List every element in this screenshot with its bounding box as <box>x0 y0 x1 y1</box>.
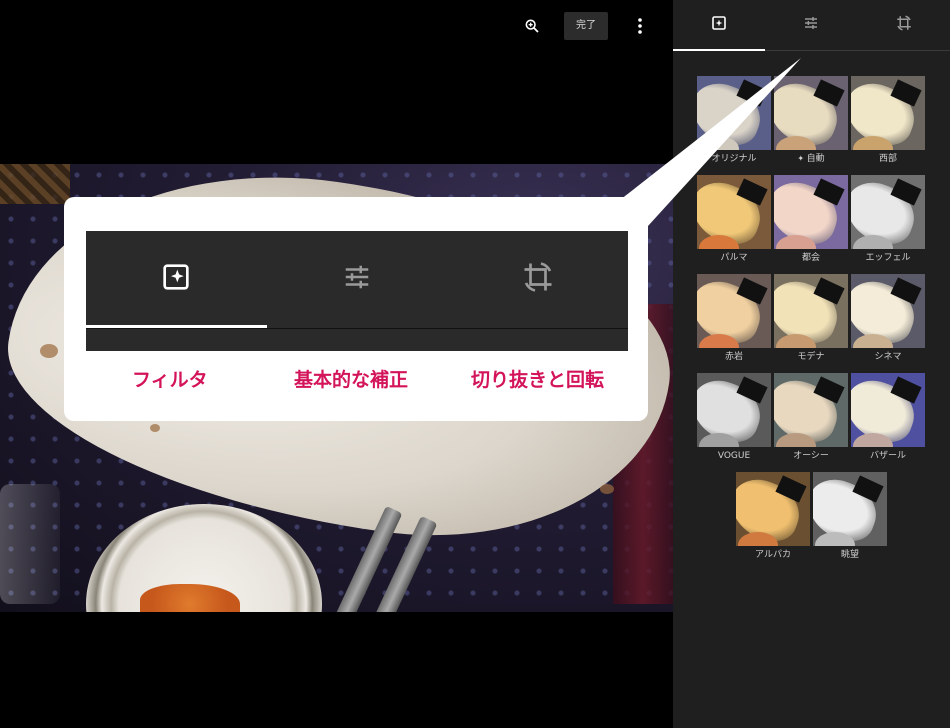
filter-preview-image <box>774 76 848 150</box>
callout-divider <box>86 328 628 329</box>
filter-thumbnail-auto[interactable]: ✦ 自動 <box>774 76 848 165</box>
callout-label-crop: 切り抜きと回転 <box>471 370 605 391</box>
tab-crop-rotate[interactable] <box>858 0 950 50</box>
side-tabs <box>673 0 950 51</box>
naan-spot <box>600 484 614 494</box>
tab-filters[interactable] <box>673 0 766 51</box>
filter-label-text: エッフェル <box>865 253 911 263</box>
filter-preview-image <box>851 175 925 249</box>
filter-preview-image <box>851 373 925 447</box>
glass <box>0 484 60 604</box>
crop-rotate-icon <box>520 259 556 299</box>
filter-label-text: パルマ <box>720 253 748 263</box>
filter-label-text: バザール <box>869 451 906 461</box>
filter-preview-image <box>774 274 848 348</box>
naan-spot <box>150 424 160 432</box>
filter-thumbnail-redrock[interactable]: 赤岩 <box>697 274 771 363</box>
filter-label-text: 赤岩 <box>724 352 743 362</box>
filter-side-panel: オリジナル ✦ 自動 西部パルマ 都会 エッフェル赤岩 モデナ シネマ VOGUE オーシー バザ… <box>673 0 950 728</box>
filter-preview-image <box>736 472 810 546</box>
filter-thumbnail-west[interactable]: 西部 <box>851 76 925 165</box>
callout-tab-bar <box>86 231 628 351</box>
filter-thumbnail-palma[interactable]: パルマ <box>697 175 771 264</box>
filter-thumbnail-vogue[interactable]: VOGUE <box>697 373 771 462</box>
filter-preview-image <box>851 274 925 348</box>
filter-label: VOGUE <box>697 450 771 462</box>
filter-label: オリジナル <box>697 153 771 165</box>
filter-preview-image <box>697 76 771 150</box>
callout-box: フィルタ 基本的な補正 切り抜きと回転 <box>64 197 648 421</box>
filter-thumbnail-modena[interactable]: モデナ <box>774 274 848 363</box>
filter-label: オーシー <box>774 450 848 462</box>
filter-thumbnail-eiffel[interactable]: エッフェル <box>851 175 925 264</box>
callout-tab-filters <box>86 231 266 327</box>
filter-label: 都会 <box>774 252 848 264</box>
filter-label: ✦ 自動 <box>774 153 848 165</box>
filter-label: アルパカ <box>736 549 810 561</box>
filter-icon <box>711 15 727 35</box>
filter-preview-image <box>813 472 887 546</box>
basket <box>0 164 70 204</box>
filter-preview-image <box>774 373 848 447</box>
top-actions: 完了 <box>520 12 652 40</box>
tune-icon <box>342 262 372 296</box>
filter-label: モデナ <box>774 351 848 363</box>
filter-label: パルマ <box>697 252 771 264</box>
filter-label-text: オリジナル <box>711 154 757 164</box>
filter-label: バザール <box>851 450 925 462</box>
filter-icon <box>160 261 192 297</box>
callout-tab-crop-rotate <box>448 231 628 327</box>
filter-thumbnail-ollie[interactable]: オーシー <box>774 373 848 462</box>
callout-label-filters: フィルタ <box>132 370 208 391</box>
filter-label-text: 都会 <box>801 253 820 263</box>
filter-label-text: モデナ <box>797 352 825 362</box>
filter-label: 眺望 <box>813 549 887 561</box>
done-button[interactable]: 完了 <box>564 12 608 40</box>
tune-icon <box>803 15 819 35</box>
filter-label-text: アルパカ <box>755 550 791 560</box>
filter-label-text: VOGUE <box>717 451 751 461</box>
filter-label: エッフェル <box>851 252 925 264</box>
filter-label: 赤岩 <box>697 351 771 363</box>
auto-sparkle-icon: ✦ <box>797 154 807 163</box>
filter-label-text: 自動 <box>806 154 825 164</box>
filter-label: シネマ <box>851 351 925 363</box>
callout-label-adjust: 基本的な補正 <box>294 370 409 391</box>
filter-preview-image <box>697 373 771 447</box>
callout-tab-adjust <box>267 231 447 327</box>
zoom-in-icon[interactable] <box>520 14 544 38</box>
tab-adjust[interactable] <box>765 0 857 50</box>
filter-label: 西部 <box>851 153 925 165</box>
filter-label-text: 眺望 <box>840 550 859 560</box>
filter-preview-image <box>774 175 848 249</box>
filter-thumbnail-metro[interactable]: 都会 <box>774 175 848 264</box>
filter-preview-image <box>697 274 771 348</box>
filter-label-text: オーシー <box>793 451 829 461</box>
filter-thumbnail-alpaca[interactable]: アルパカ <box>736 472 810 561</box>
filter-thumbnail-cinema[interactable]: シネマ <box>851 274 925 363</box>
filter-thumbnail-bazaar[interactable]: バザール <box>851 373 925 462</box>
more-vert-icon[interactable] <box>628 14 652 38</box>
filter-label-text: シネマ <box>874 352 902 362</box>
filter-preview-image <box>697 175 771 249</box>
naan-spot <box>40 344 58 358</box>
filter-preview-image <box>851 76 925 150</box>
filter-label-text: 西部 <box>878 154 897 164</box>
filter-thumbnail-vista[interactable]: 眺望 <box>813 472 887 561</box>
filter-thumbnail-original[interactable]: オリジナル <box>697 76 771 165</box>
crop-rotate-icon <box>895 14 913 36</box>
